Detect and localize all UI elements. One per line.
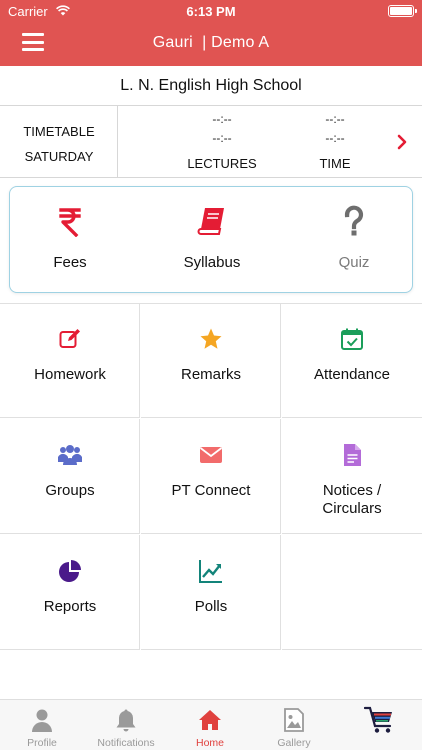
pt-connect-label: PT Connect (171, 482, 251, 499)
homework-label: Homework (34, 366, 106, 383)
document-icon (344, 444, 361, 466)
bell-icon (116, 709, 136, 732)
time-slot-2: --:-- (325, 131, 345, 145)
groups-tile[interactable]: Groups (0, 419, 140, 534)
notices-label: Notices / Circulars (322, 482, 382, 517)
pt-connect-tile[interactable]: PT Connect (141, 419, 281, 534)
quiz-label: Quiz (338, 254, 370, 271)
quiz-button[interactable]: Quiz (294, 187, 414, 292)
module-grid: Homework Remarks Attendance Groups PT Co… (0, 303, 422, 650)
tab-home[interactable]: Home (168, 700, 252, 750)
users-icon (58, 445, 82, 465)
timetable-day: SATURDAY (24, 149, 94, 164)
school-name: L. N. English High School (0, 66, 422, 106)
reports-label: Reports (43, 598, 97, 615)
remarks-label: Remarks (180, 366, 241, 383)
tab-bar: Profile Notifications Home Gallery (0, 699, 422, 750)
notices-tile[interactable]: Notices / Circulars (282, 419, 422, 534)
attendance-tile[interactable]: Attendance (282, 303, 422, 418)
reports-tile[interactable]: Reports (0, 535, 140, 650)
fees-button[interactable]: Fees (10, 187, 130, 292)
chevron-right-icon[interactable] (396, 134, 408, 150)
question-icon (344, 205, 364, 236)
cart-icon (364, 706, 392, 733)
tab-profile-label: Profile (27, 737, 57, 749)
attendance-label: Attendance (314, 366, 390, 383)
tab-gallery-label: Gallery (277, 737, 311, 749)
home-icon (199, 710, 221, 730)
line-chart-icon (199, 560, 222, 583)
status-bar: Carrier 6:13 PM (0, 0, 422, 22)
timetable-strip[interactable]: TIMETABLE SATURDAY --:-- --:-- --:-- --:… (0, 106, 422, 178)
remarks-tile[interactable]: Remarks (141, 303, 281, 418)
tab-cart[interactable] (336, 700, 420, 750)
lecture-slot-1: --:-- (212, 112, 232, 126)
time-label: TIME (319, 156, 351, 171)
empty-tile (282, 535, 422, 650)
homework-tile[interactable]: Homework (0, 303, 140, 418)
battery-icon (388, 5, 417, 17)
tab-notifications-label: Notifications (97, 737, 155, 749)
calendar-check-icon (341, 328, 363, 350)
book-icon (197, 208, 224, 235)
image-icon (284, 708, 304, 732)
header-bar: Carrier 6:13 PM Gauri | Demo A (0, 0, 422, 66)
person-icon (32, 709, 52, 732)
featured-card: Fees Syllabus Quiz (9, 186, 413, 293)
syllabus-label: Syllabus (183, 254, 241, 271)
time-slot-1: --:-- (325, 112, 345, 126)
lecture-slot-2: --:-- (212, 131, 232, 145)
fees-label: Fees (53, 254, 87, 271)
tab-profile[interactable]: Profile (0, 700, 84, 750)
groups-label: Groups (45, 482, 95, 499)
polls-tile[interactable]: Polls (141, 535, 281, 650)
timetable-day-box: TIMETABLE SATURDAY (0, 106, 118, 178)
tab-notifications[interactable]: Notifications (84, 700, 168, 750)
status-time: 6:13 PM (186, 4, 236, 19)
lectures-label: LECTURES (187, 156, 257, 171)
star-icon (200, 328, 222, 349)
polls-label: Polls (194, 598, 228, 615)
envelope-icon (199, 447, 223, 463)
timetable-title: TIMETABLE (23, 124, 95, 139)
pie-chart-icon (59, 560, 81, 582)
edit-icon (59, 329, 80, 348)
rupee-icon (59, 208, 81, 237)
tab-gallery[interactable]: Gallery (252, 700, 336, 750)
tab-home-label: Home (195, 737, 224, 749)
syllabus-button[interactable]: Syllabus (152, 187, 272, 292)
page-title: Gauri | Demo A (152, 34, 270, 51)
